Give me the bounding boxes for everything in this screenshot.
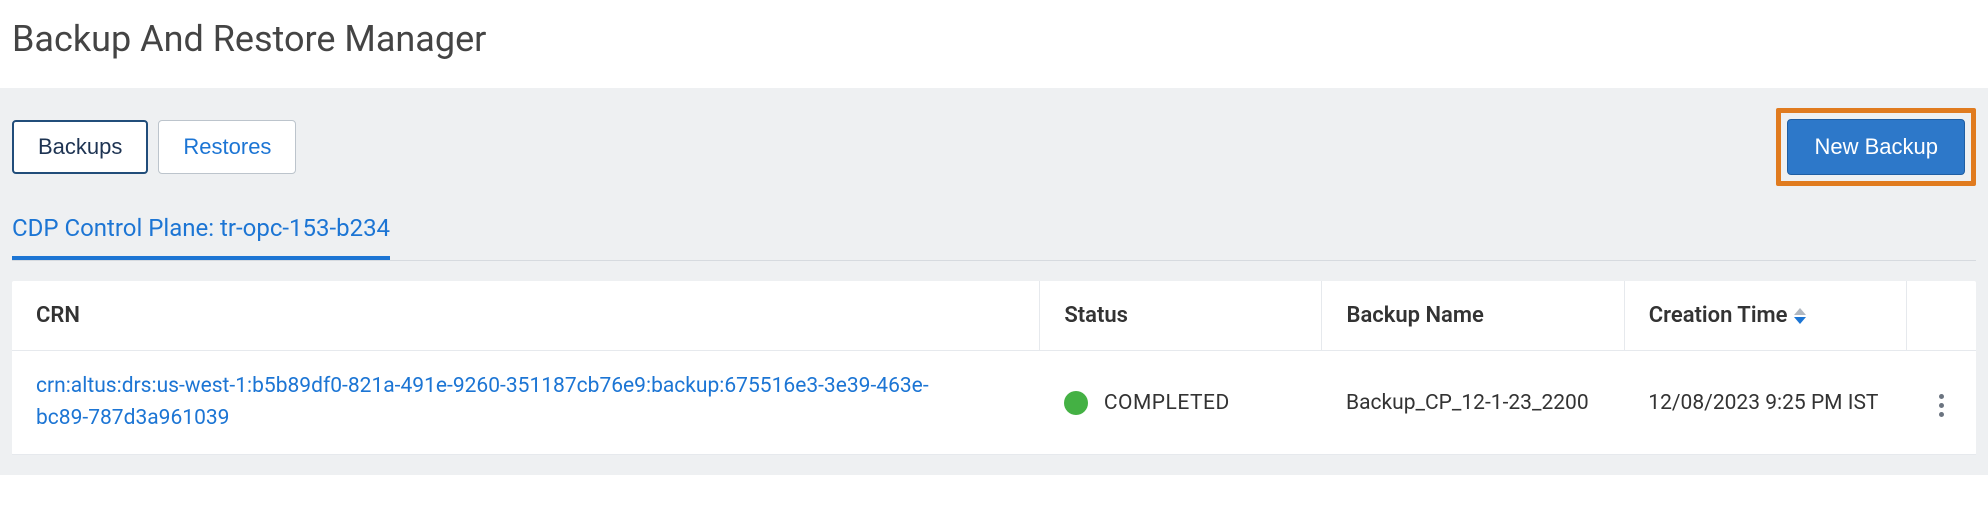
creation-time-cell: 12/08/2023 9:25 PM IST — [1624, 351, 1906, 455]
backups-table: CRN Status Backup Name Creation Time — [12, 281, 1976, 455]
column-header-time-label: Creation Time — [1649, 303, 1788, 328]
crn-link[interactable]: crn:altus:drs:us-west-1:b5b89df0-821a-49… — [36, 371, 936, 434]
column-header-status[interactable]: Status — [1040, 281, 1322, 351]
status-text: COMPLETED — [1104, 391, 1230, 415]
subtab-control-plane[interactable]: CDP Control Plane: tr-opc-153-b234 — [12, 214, 390, 260]
new-backup-highlight: New Backup — [1776, 108, 1976, 186]
page-title: Backup And Restore Manager — [0, 0, 1988, 88]
toolbar-section: Backups Restores New Backup CDP Control … — [0, 88, 1988, 261]
new-backup-button[interactable]: New Backup — [1787, 119, 1965, 175]
kebab-menu-icon[interactable] — [1931, 386, 1952, 425]
toolbar-row: Backups Restores New Backup — [12, 108, 1976, 214]
status-dot-icon — [1064, 391, 1088, 415]
column-header-actions — [1906, 281, 1976, 351]
column-header-name[interactable]: Backup Name — [1322, 281, 1624, 351]
content-area: CRN Status Backup Name Creation Time — [0, 261, 1988, 475]
table-row: crn:altus:drs:us-west-1:b5b89df0-821a-49… — [12, 351, 1976, 455]
status-cell: COMPLETED — [1064, 391, 1298, 415]
column-header-time[interactable]: Creation Time — [1624, 281, 1906, 351]
sort-icon — [1794, 308, 1806, 324]
subtab-row: CDP Control Plane: tr-opc-153-b234 — [12, 214, 1976, 261]
tab-backups[interactable]: Backups — [12, 120, 148, 174]
column-header-crn[interactable]: CRN — [12, 281, 1040, 351]
tab-group: Backups Restores — [12, 120, 296, 174]
backup-name-cell: Backup_CP_12-1-23_2200 — [1322, 351, 1624, 455]
tab-restores[interactable]: Restores — [158, 120, 296, 174]
